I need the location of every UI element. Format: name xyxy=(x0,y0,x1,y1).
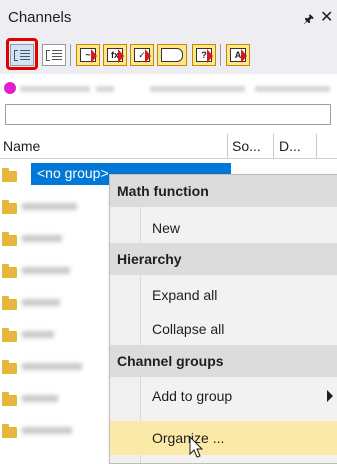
list-view-icon xyxy=(46,50,50,61)
column-header-d[interactable]: D... xyxy=(279,138,301,154)
column-header-source[interactable]: So... xyxy=(232,138,261,154)
menu-item-expand-all[interactable]: Expand all xyxy=(110,278,337,312)
folder-icon xyxy=(2,264,17,278)
blurred-text xyxy=(150,86,245,92)
color-dot-icon xyxy=(4,82,16,94)
blurred-text xyxy=(22,267,70,274)
row-label: <no group> xyxy=(37,165,109,181)
column-separator[interactable] xyxy=(316,134,317,158)
column-header-name[interactable]: Name xyxy=(3,138,40,154)
highlight-frame xyxy=(6,38,38,70)
blurred-text xyxy=(22,427,72,434)
list-view-button[interactable] xyxy=(42,44,66,66)
help-button[interactable]: ? xyxy=(192,44,216,66)
toolbar-separator xyxy=(70,44,71,66)
menu-section-header: Hierarchy xyxy=(110,243,337,275)
export-button[interactable]: A xyxy=(226,44,250,66)
menu-item-label: New xyxy=(152,220,181,236)
blurred-text xyxy=(22,363,82,370)
menu-item-collapse-all[interactable]: Collapse all xyxy=(110,312,337,346)
channel-wave-button[interactable]: ~ xyxy=(76,44,100,66)
close-icon[interactable]: ✕ xyxy=(320,7,333,27)
search-input[interactable] xyxy=(5,104,331,125)
tag-icon xyxy=(161,48,183,62)
menu-section-label: Math function xyxy=(117,183,209,199)
menu-item-new[interactable]: New xyxy=(110,211,337,245)
mouse-cursor-icon xyxy=(189,436,204,458)
folder-icon xyxy=(2,168,17,182)
column-separator[interactable] xyxy=(273,134,274,158)
menu-section-header: Channel groups xyxy=(110,345,337,377)
filter-check-button[interactable]: ✓ xyxy=(130,44,154,66)
pin-icon[interactable]: 🖈 xyxy=(303,10,314,31)
folder-icon xyxy=(2,296,17,310)
menu-item-label: Collapse all xyxy=(152,321,225,337)
blurred-text xyxy=(22,235,62,242)
folder-icon xyxy=(2,360,17,374)
context-menu: Math function New Hierarchy Expand all C… xyxy=(109,174,337,464)
column-separator[interactable] xyxy=(227,134,228,158)
blurred-text xyxy=(22,395,58,402)
blurred-text xyxy=(20,86,90,92)
blurred-text xyxy=(255,86,330,92)
blurred-text xyxy=(22,331,54,338)
menu-section-label: Channel groups xyxy=(117,353,224,369)
folder-icon xyxy=(2,424,17,438)
folder-icon xyxy=(2,392,17,406)
folder-icon xyxy=(2,200,17,214)
folder-icon xyxy=(2,232,17,246)
menu-item-add-to-group[interactable]: Add to group xyxy=(110,379,337,413)
formula-button[interactable]: fx xyxy=(103,44,127,66)
blurred-text xyxy=(96,86,114,92)
blurred-text xyxy=(22,299,60,306)
submenu-arrow-icon xyxy=(327,390,333,402)
menu-item-organize[interactable]: Organize ... xyxy=(110,421,337,455)
folder-icon xyxy=(2,328,17,342)
menu-item-label: Add to group xyxy=(152,388,233,404)
tag-button[interactable] xyxy=(157,44,187,66)
menu-section-header: Math function xyxy=(110,175,337,207)
toolbar-separator xyxy=(220,44,221,66)
blurred-text xyxy=(22,203,77,210)
menu-section-label: Hierarchy xyxy=(117,251,182,267)
menu-item-label: Expand all xyxy=(152,287,218,303)
panel-title: Channels xyxy=(8,9,72,26)
